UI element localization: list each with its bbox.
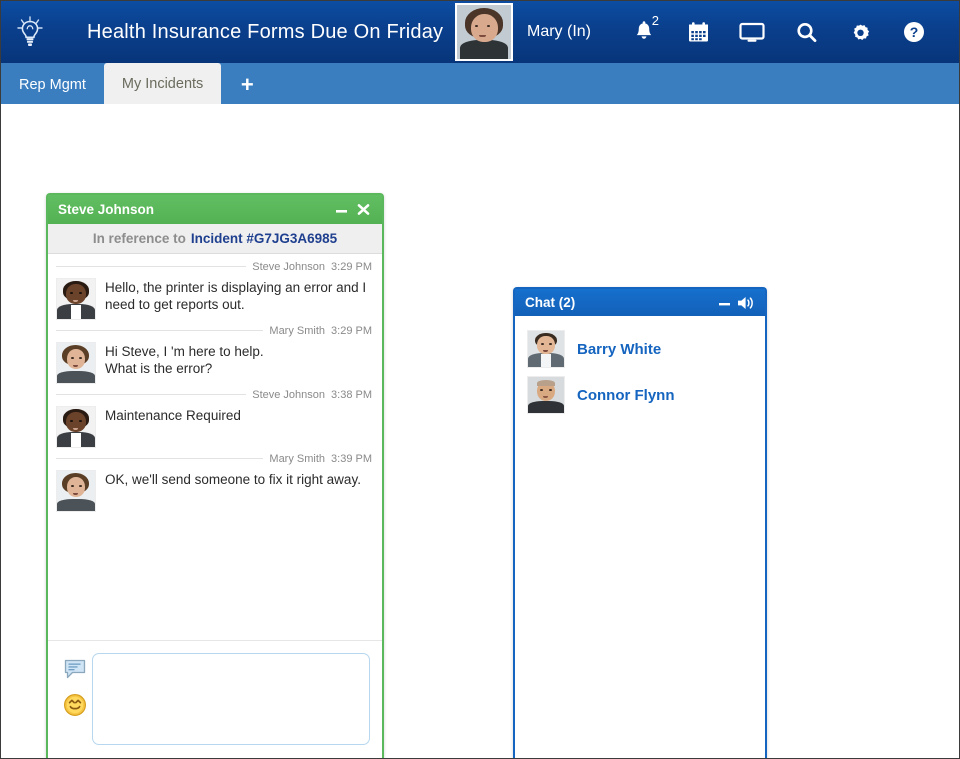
smiley-icon[interactable] <box>63 693 87 717</box>
message-text: Maintenance Required <box>105 408 241 423</box>
steve-johnson-avatar <box>56 278 96 320</box>
avatar[interactable] <box>455 3 513 61</box>
interaction-window-header: Steve Johnson <box>48 195 382 224</box>
tab-bar: Rep Mgmt My Incidents + <box>1 63 959 104</box>
chat-panel-title: Chat (2) <box>525 295 576 310</box>
chat-transcript[interactable]: Steve Johnson 3:29 PM Hello, the printer… <box>48 254 382 640</box>
calendar-icon[interactable] <box>671 1 725 63</box>
message-sender: Steve Johnson <box>252 260 326 273</box>
list-item[interactable]: Barry White <box>515 326 765 372</box>
message-meta: Steve Johnson 3:29 PM <box>56 258 374 275</box>
message-body: OK, we'll send someone to fix it right a… <box>56 467 374 512</box>
chat-bubble-icon[interactable] <box>64 659 86 679</box>
message-sender: Mary Smith <box>269 324 326 337</box>
lightbulb-icon[interactable] <box>1 1 59 63</box>
connor-flynn-avatar <box>527 376 565 414</box>
help-icon[interactable]: ? <box>887 1 941 63</box>
message-text: Hello, the printer is displaying an erro… <box>105 280 367 312</box>
meta-divider <box>56 266 247 267</box>
steve-johnson-avatar <box>56 406 96 448</box>
svg-text:?: ? <box>910 24 919 40</box>
chat-panel-header: Chat (2) <box>515 289 765 316</box>
message-text: OK, we'll send someone to fix it right a… <box>105 472 361 487</box>
incident-reference-bar: In reference to Incident #G7JG3A6985 <box>48 224 382 254</box>
message-body: Maintenance Required <box>56 403 374 448</box>
mary-smith-avatar-photo <box>457 5 511 59</box>
message-time: 3:29 PM <box>331 324 372 337</box>
contact-name: Connor Flynn <box>577 386 675 404</box>
meta-divider <box>56 394 247 395</box>
settings-gear-icon[interactable] <box>833 1 887 63</box>
search-icon[interactable] <box>779 1 833 63</box>
barry-white-avatar <box>527 330 565 368</box>
chat-message: Steve Johnson 3:38 PM Maintenance Requir… <box>56 386 374 448</box>
message-time: 3:29 PM <box>331 260 372 273</box>
tab-my-incidents[interactable]: My Incidents <box>103 63 222 104</box>
tab-rep-mgmt[interactable]: Rep Mgmt <box>1 65 104 104</box>
notification-badge: 2 <box>651 13 659 28</box>
message-input[interactable] <box>92 653 370 745</box>
chat-message: Steve Johnson 3:29 PM Hello, the printer… <box>56 258 374 320</box>
add-tab-button[interactable]: + <box>221 65 273 104</box>
chat-panel: Chat (2) Barry White Connor Flynn <box>513 287 767 758</box>
message-meta: Mary Smith 3:29 PM <box>56 322 374 339</box>
top-header-bar: Health Insurance Forms Due On Friday Mar… <box>1 1 959 63</box>
mary-smith-avatar <box>56 470 96 512</box>
chat-contact-list: Barry White Connor Flynn <box>515 316 765 758</box>
chat-message: Mary Smith 3:39 PM OK, we'll send someon… <box>56 450 374 512</box>
tab-label: Rep Mgmt <box>19 76 86 93</box>
interaction-window-title: Steve Johnson <box>58 202 155 217</box>
message-sender: Mary Smith <box>269 452 326 465</box>
contact-name: Barry White <box>577 340 662 358</box>
minimize-icon[interactable] <box>713 291 735 315</box>
header-actions: Mary (In) 2 ? <box>455 1 959 63</box>
close-icon[interactable] <box>352 198 374 222</box>
meta-divider <box>56 330 264 331</box>
reference-prefix: In reference to <box>92 231 186 246</box>
meta-divider <box>56 458 264 459</box>
mary-smith-avatar <box>56 342 96 384</box>
message-sender: Steve Johnson <box>252 388 326 401</box>
message-body: Hello, the printer is displaying an erro… <box>56 275 374 320</box>
application-window: Health Insurance Forms Due On Friday Mar… <box>0 0 960 759</box>
list-item[interactable]: Connor Flynn <box>515 372 765 418</box>
announcement-text: Health Insurance Forms Due On Friday <box>87 20 444 43</box>
message-time: 3:38 PM <box>331 388 372 401</box>
chat-message: Mary Smith 3:29 PM Hi Steve, I 'm here t… <box>56 322 374 384</box>
workspace: Steve Johnson In reference to Incident #… <box>1 104 959 758</box>
current-user-label[interactable]: Mary (In) <box>527 23 591 41</box>
composer-tools <box>58 653 92 717</box>
message-time: 3:39 PM <box>331 452 372 465</box>
message-composer <box>48 640 382 758</box>
monitor-icon[interactable] <box>725 1 779 63</box>
interaction-window: Steve Johnson In reference to Incident #… <box>46 193 384 758</box>
message-meta: Mary Smith 3:39 PM <box>56 450 374 467</box>
notifications-bell-icon[interactable]: 2 <box>617 1 671 63</box>
message-body: Hi Steve, I 'm here to help. What is the… <box>56 339 374 384</box>
speaker-icon[interactable] <box>735 291 757 315</box>
message-text: Hi Steve, I 'm here to help. What is the… <box>105 344 264 376</box>
message-meta: Steve Johnson 3:38 PM <box>56 386 374 403</box>
tab-label: My Incidents <box>121 75 204 92</box>
incident-link[interactable]: Incident #G7JG3A6985 <box>191 231 337 246</box>
minimize-icon[interactable] <box>330 198 352 222</box>
